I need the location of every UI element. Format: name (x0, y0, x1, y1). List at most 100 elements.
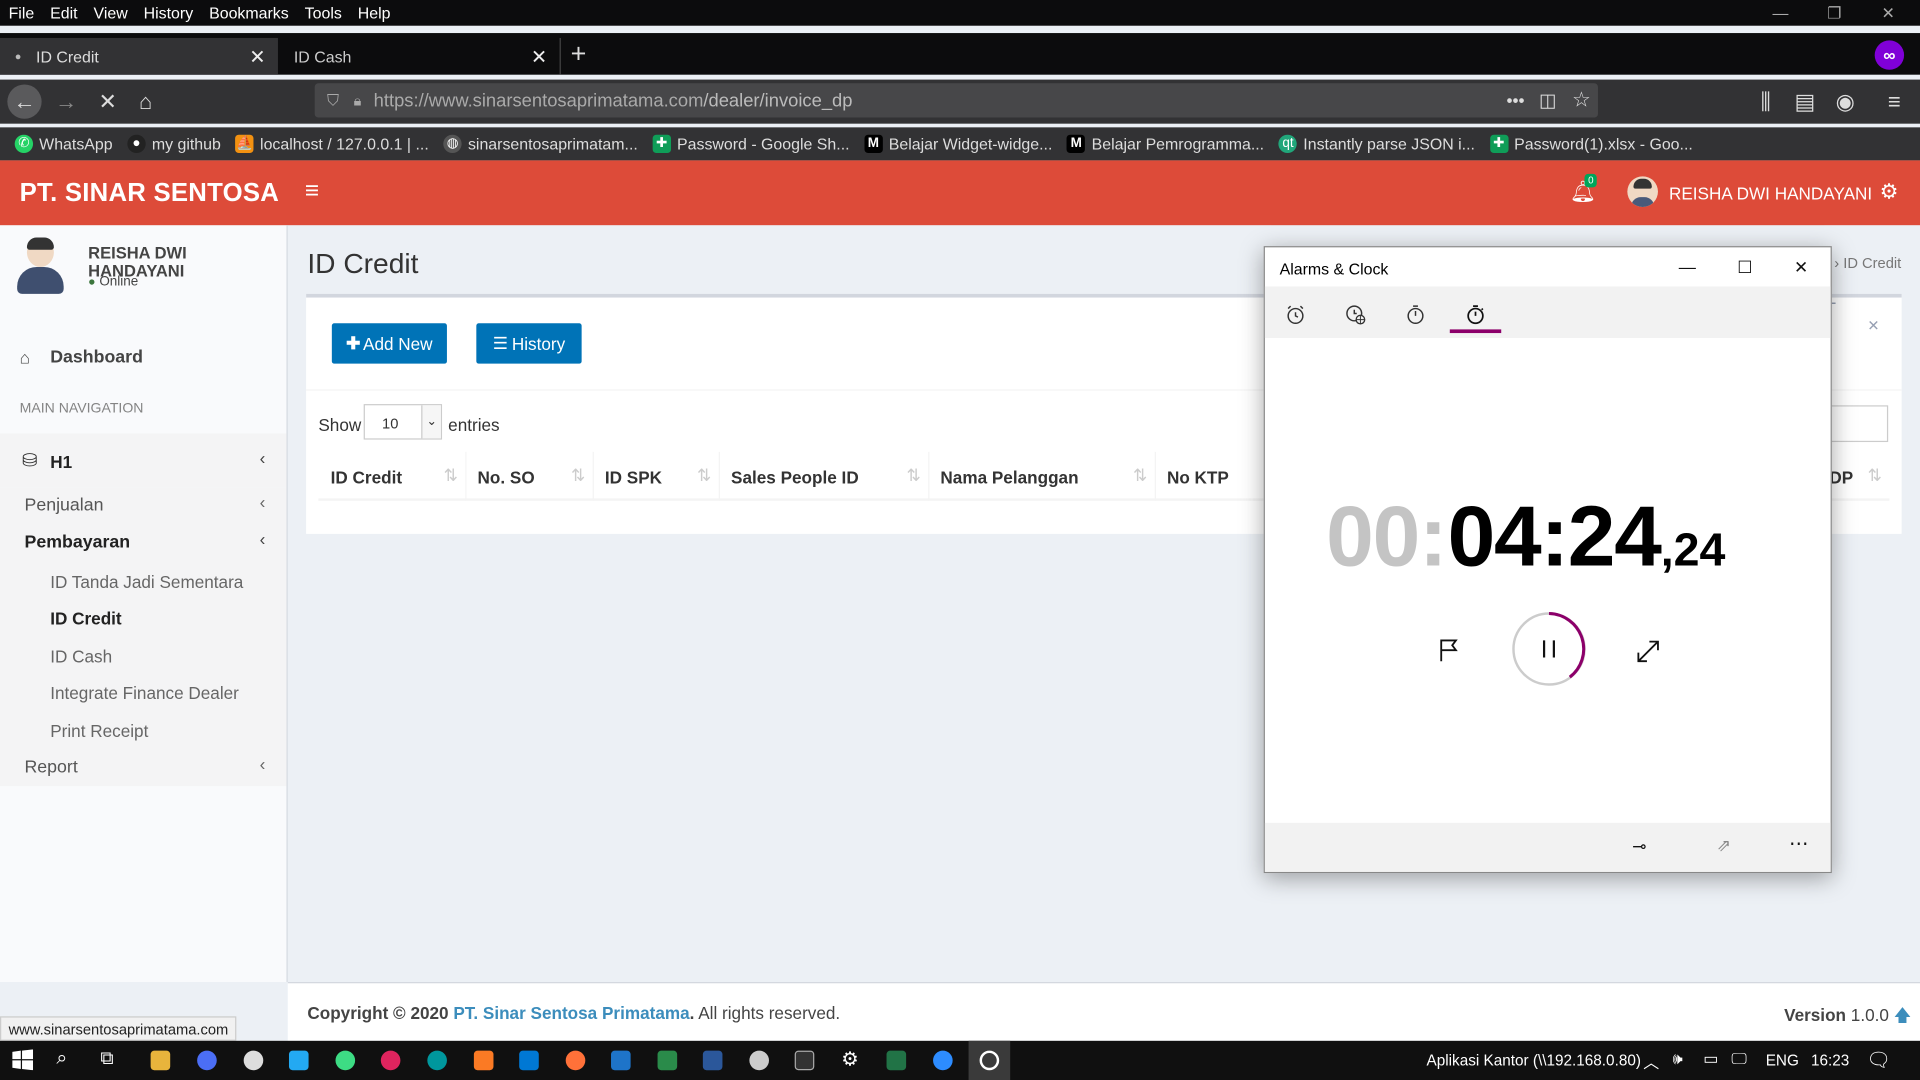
page-actions-icon[interactable]: ••• (1506, 91, 1524, 111)
tracking-protection-icon[interactable]: ⛉ (327, 91, 339, 111)
file-explorer-icon[interactable] (150, 1050, 171, 1071)
pause-button[interactable] (1511, 611, 1587, 687)
timer-icon[interactable] (1392, 296, 1439, 333)
maximize-button[interactable]: ☐ (1717, 247, 1773, 286)
network-icon[interactable]: 🖵︎ (1731, 1049, 1746, 1069)
sidebar-item-report[interactable]: Report (24, 758, 77, 778)
column-no-so[interactable]: No. SO ⇅ (467, 451, 594, 501)
menu-file[interactable]: File (0, 4, 42, 22)
minimize-button[interactable]: — (1659, 247, 1715, 286)
brand-logo[interactable]: PT. SINAR SENTOSA (20, 179, 279, 208)
close-button[interactable]: ✕ (1773, 247, 1829, 286)
avatar[interactable] (1627, 176, 1658, 207)
close-tab-icon[interactable]: ✕ (531, 45, 547, 69)
library-icon[interactable]: ⫼ (1749, 84, 1783, 118)
hamburger-menu-icon[interactable]: ≡ (1877, 84, 1911, 118)
menu-history[interactable]: History (135, 4, 200, 22)
outlook-icon[interactable] (519, 1050, 539, 1071)
arduino-icon[interactable] (427, 1050, 447, 1071)
bookmark-password-sheet[interactable]: ✚ Password - Google Sh... (652, 134, 850, 154)
alarm-clock-icon[interactable] (1272, 296, 1319, 333)
menu-view[interactable]: View (85, 4, 135, 22)
column-sales-people-id[interactable]: Sales People ID ⇅ (720, 451, 930, 501)
pocket-icon[interactable]: ◫ (1539, 89, 1556, 112)
back-icon[interactable]: ← (7, 84, 42, 119)
lock-icon[interactable]: 🔒︎ (354, 91, 362, 109)
sidebar-item-penjualan[interactable]: Penjualan (24, 496, 103, 516)
calculator-icon[interactable] (657, 1050, 678, 1071)
sidebar-item-pembayaran[interactable]: Pembayaran (24, 533, 130, 553)
app-icon[interactable] (611, 1050, 631, 1071)
tab-id-credit[interactable]: ● ID Credit ✕ (0, 37, 278, 75)
pin-icon[interactable]: ⊸ (1632, 836, 1646, 857)
home-icon[interactable]: ⌂ (129, 84, 163, 118)
close-tab-icon[interactable]: ✕ (249, 45, 265, 69)
bookmark-localhost[interactable]: ⛵ localhost / 127.0.0.1 | ... (235, 134, 429, 154)
expand-icon[interactable] (1635, 638, 1662, 665)
url-bar[interactable]: ⛉ 🔒︎ https://www.sinarsentosaprimatama.c… (314, 83, 1598, 118)
system-clock[interactable]: 16:23 (1811, 1052, 1849, 1069)
lap-flag-icon[interactable] (1436, 637, 1463, 664)
sidebar-item-id-tanda-jadi[interactable]: ID Tanda Jadi Sementara (50, 572, 243, 592)
header-user-name[interactable]: REISHA DWI HANDAYANI (1669, 184, 1872, 204)
sidebar-toggle-icon[interactable]: ≡ (305, 178, 319, 206)
sidebar-group-h1[interactable]: ⛁ H1 ‹ (0, 433, 287, 488)
sidebar-item-print-receipt[interactable]: Print Receipt (50, 721, 148, 741)
minimize-window-button[interactable]: — (1752, 0, 1808, 26)
forward-icon[interactable]: → (49, 84, 83, 118)
close-window-button[interactable]: ✕ (1860, 0, 1916, 26)
column-nama-pelanggan[interactable]: Nama Pelanggan ⇅ (929, 451, 1156, 501)
column-id-credit[interactable]: ID Credit ⇅ (318, 451, 467, 501)
bookmark-github[interactable]: ● my github (127, 134, 221, 154)
volume-icon[interactable]: 🕪︎ (1673, 1049, 1683, 1069)
windows-start-icon[interactable] (12, 1049, 34, 1071)
column-no-ktp[interactable]: No KTP (1156, 452, 1278, 501)
menu-tools[interactable]: Tools (296, 4, 349, 22)
settings-gear-icon[interactable]: ⚙ (841, 1047, 859, 1071)
menu-bookmarks[interactable]: Bookmarks (201, 4, 297, 22)
column-id-spk[interactable]: ID SPK ⇅ (594, 451, 721, 501)
alarms-taskbar-button[interactable] (968, 1040, 1011, 1080)
bookmark-whatsapp[interactable]: ✆ WhatsApp (14, 134, 113, 154)
app-icon[interactable] (197, 1050, 217, 1071)
restore-window-button[interactable]: ❐ (1806, 0, 1862, 26)
sidebar-item-id-credit[interactable]: ID Credit (50, 609, 121, 629)
entries-select[interactable]: 10 ⌄ (363, 404, 443, 440)
action-center-icon[interactable]: 🗨︎ (1866, 1048, 1891, 1072)
company-link[interactable]: PT. Sinar Sentosa Primatama (453, 1003, 689, 1023)
stop-loading-icon[interactable]: ✕ (91, 84, 125, 118)
excel-icon[interactable] (886, 1050, 907, 1071)
firefox-icon[interactable] (565, 1050, 586, 1071)
network-location[interactable]: Aplikasi Kantor (\\192.168.0.80) (1427, 1052, 1641, 1069)
terminal-icon[interactable] (794, 1050, 815, 1071)
gears-icon[interactable]: ⚙ (1880, 180, 1899, 204)
bookmark-star-icon[interactable]: ☆ (1572, 88, 1591, 112)
sidebar-toggle-icon[interactable]: ▤ (1788, 84, 1822, 118)
android-studio-icon[interactable] (335, 1050, 356, 1071)
battery-icon[interactable]: ▭ (1703, 1049, 1718, 1069)
share-icon[interactable]: ⇗ (1717, 835, 1731, 856)
bookmark-quicktype[interactable]: qt Instantly parse JSON i... (1278, 134, 1475, 154)
account-icon[interactable]: ◉ (1828, 84, 1862, 118)
bookmark-medium-widget[interactable]: M Belajar Widget-widge... (864, 134, 1052, 154)
history-button[interactable]: ☰ History (476, 323, 582, 364)
new-tab-icon[interactable]: + (571, 38, 587, 70)
sidebar-item-id-cash[interactable]: ID Cash (50, 647, 112, 667)
tab-id-cash[interactable]: ID Cash ✕ (279, 37, 561, 75)
bookmark-medium-pemrograman[interactable]: M Belajar Pemrogramma... (1067, 134, 1264, 154)
language-indicator[interactable]: ENG (1766, 1052, 1799, 1069)
world-clock-icon[interactable] (1332, 296, 1379, 333)
sidebar-item-dashboard[interactable]: ⌂ Dashboard (20, 348, 143, 368)
task-view-icon[interactable]: ⧉ (100, 1048, 113, 1069)
stopwatch-icon[interactable] (1452, 296, 1499, 333)
bookmark-sinarsentosa[interactable]: ◍ sinarsentosaprimatam... (443, 134, 638, 154)
github-desktop-icon[interactable] (749, 1050, 769, 1071)
more-options-icon[interactable]: ⋯ (1789, 831, 1810, 855)
chevron-up-icon[interactable]: ︿ (1643, 1049, 1659, 1072)
search-icon[interactable]: ⌕ (56, 1048, 67, 1070)
github-desktop-icon[interactable] (243, 1050, 264, 1071)
add-new-button[interactable]: ✚ Add New (331, 323, 447, 364)
remove-box-icon[interactable]: ✕ (1867, 317, 1879, 334)
sidebar-item-integrate-finance[interactable]: Integrate Finance Dealer (50, 683, 239, 703)
app-icon[interactable] (380, 1050, 401, 1071)
